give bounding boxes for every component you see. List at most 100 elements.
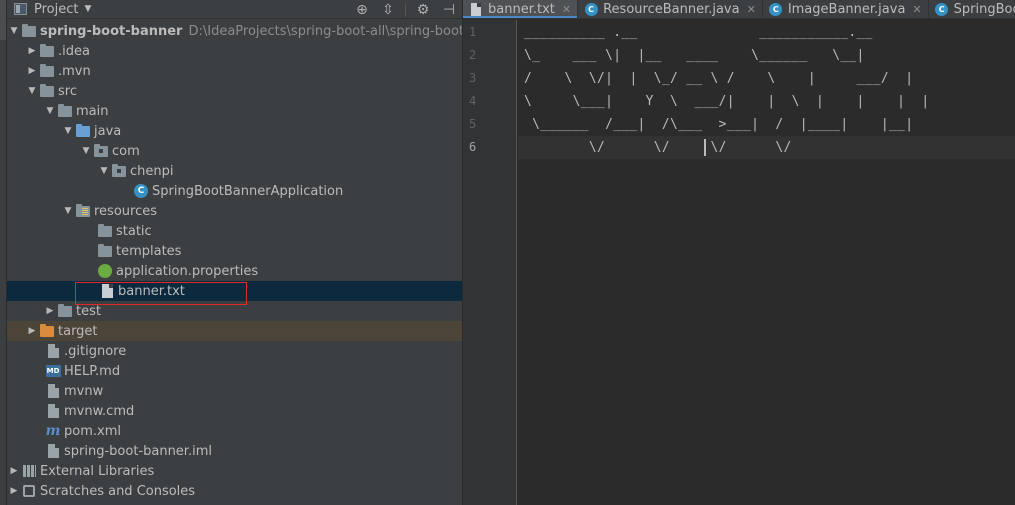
tree-item-chenpi[interactable]: ▼ chenpi bbox=[7, 161, 462, 181]
folder-icon bbox=[57, 303, 73, 319]
markdown-file-icon: MD bbox=[45, 365, 61, 377]
tree-item-external-libraries[interactable]: ▶ External Libraries bbox=[7, 461, 462, 481]
line-number: 3 bbox=[469, 71, 477, 85]
excluded-folder-icon bbox=[39, 323, 55, 339]
expand-arrow-icon[interactable]: ▼ bbox=[43, 101, 57, 121]
tree-item-com[interactable]: ▼ com bbox=[7, 141, 462, 161]
project-icon bbox=[14, 3, 27, 15]
line-number-gutter: 1 2 3 4 5 6 bbox=[463, 20, 517, 505]
collapsed-arrow-icon[interactable]: ▶ bbox=[43, 301, 57, 321]
tree-item-templates[interactable]: templates bbox=[7, 241, 462, 261]
package-icon bbox=[93, 143, 109, 159]
scratch-icon bbox=[21, 483, 37, 499]
maven-icon: m bbox=[45, 423, 61, 439]
expand-arrow-icon[interactable]: ▼ bbox=[25, 81, 39, 101]
hide-icon[interactable]: ⊣ bbox=[436, 0, 462, 19]
tab-banner-txt[interactable]: banner.txt ✕ bbox=[463, 0, 579, 18]
tree-item-mvnw[interactable]: mvnw bbox=[7, 381, 462, 401]
code-area[interactable]: __________ .__ ___________.__ \_ ___ \| … bbox=[518, 20, 1015, 505]
tree-item-java[interactable]: ▼ java bbox=[7, 121, 462, 141]
text-cursor bbox=[704, 139, 706, 156]
folder-icon bbox=[39, 43, 55, 59]
collapsed-arrow-icon[interactable]: ▶ bbox=[25, 61, 39, 81]
module-folder-icon bbox=[21, 23, 37, 39]
collapsed-arrow-icon[interactable]: ▶ bbox=[7, 461, 21, 481]
project-path: D:\IdeaProjects\spring-boot-all\spring-b… bbox=[188, 23, 462, 39]
tree-item-pom-xml[interactable]: m pom.xml bbox=[7, 421, 462, 441]
text-file-icon bbox=[469, 3, 483, 17]
chevron-down-icon[interactable]: ▼ bbox=[84, 4, 91, 14]
code-line[interactable]: \ \___| Y \ ___/| | \ | | | | bbox=[524, 90, 930, 113]
source-folder-icon bbox=[75, 123, 91, 139]
tree-item-test[interactable]: ▶ test bbox=[7, 301, 462, 321]
tree-item-gitignore[interactable]: .gitignore bbox=[7, 341, 462, 361]
iml-file-icon bbox=[45, 443, 61, 459]
spring-class-icon: C bbox=[133, 183, 149, 199]
file-icon bbox=[45, 403, 61, 419]
expand-arrow-icon[interactable]: ▼ bbox=[97, 161, 111, 181]
panel-toolbar: ⊕ ⇳ ⚙ ⊣ bbox=[349, 0, 462, 19]
project-panel-header: Project ▼ ⊕ ⇳ ⚙ ⊣ bbox=[7, 0, 462, 19]
package-icon bbox=[111, 163, 127, 179]
class-icon: C bbox=[769, 3, 783, 17]
folder-icon bbox=[39, 63, 55, 79]
tree-item-static[interactable]: static bbox=[7, 221, 462, 241]
expand-arrow-icon[interactable]: ▼ bbox=[79, 141, 93, 161]
crosshair-icon[interactable]: ⊕ bbox=[349, 0, 375, 19]
tab-imagebanner-java[interactable]: C ImageBanner.java ✕ bbox=[763, 0, 929, 18]
code-line[interactable]: __________ .__ ___________.__ bbox=[524, 21, 873, 44]
code-line[interactable]: \______ /___| /\___ >___| / |____| |__| bbox=[524, 113, 913, 136]
spring-class-icon: C bbox=[935, 3, 949, 17]
tree-item-target[interactable]: ▶ target bbox=[7, 321, 462, 341]
folder-icon bbox=[97, 243, 113, 259]
code-line[interactable]: \/ \/ \/ \/ bbox=[524, 136, 792, 159]
file-icon bbox=[45, 383, 61, 399]
tab-springbootbannerapplication[interactable]: C SpringBootBann bbox=[929, 0, 1015, 18]
project-panel-title[interactable]: Project bbox=[34, 2, 78, 17]
folder-icon bbox=[57, 103, 73, 119]
tree-item-help-md[interactable]: MD HELP.md bbox=[7, 361, 462, 381]
tree-item-application-properties[interactable]: application.properties bbox=[7, 261, 462, 281]
folder-icon bbox=[39, 83, 55, 99]
gear-icon[interactable]: ⚙ bbox=[410, 0, 436, 19]
collapsed-arrow-icon[interactable]: ▶ bbox=[25, 41, 39, 61]
tree-item-spring-boot-banner[interactable]: ▼ spring-boot-banner D:\IdeaProjects\spr… bbox=[7, 21, 462, 41]
code-line[interactable]: / \ \/| | \_/ __ \ / \ | ___/ | bbox=[524, 67, 913, 90]
tool-window-strip bbox=[0, 0, 7, 505]
editor: banner.txt ✕ C ResourceBanner.java ✕ C I… bbox=[463, 0, 1015, 505]
line-number: 2 bbox=[469, 48, 477, 62]
tree-item-scratches[interactable]: ▶ Scratches and Consoles bbox=[7, 481, 462, 501]
text-file-icon bbox=[99, 283, 115, 299]
collapse-icon[interactable]: ⇳ bbox=[375, 0, 401, 19]
tree-item-main[interactable]: ▼ main bbox=[7, 101, 462, 121]
expand-arrow-icon[interactable]: ▼ bbox=[7, 21, 21, 41]
tree-item-iml[interactable]: spring-boot-banner.iml bbox=[7, 441, 462, 461]
close-icon[interactable]: ✕ bbox=[912, 3, 921, 16]
tree-item-springbootbannerapplication[interactable]: C SpringBootBannerApplication bbox=[7, 181, 462, 201]
tree-item-banner-txt[interactable]: banner.txt bbox=[7, 281, 462, 301]
folder-icon bbox=[97, 223, 113, 239]
close-icon[interactable]: ✕ bbox=[747, 3, 756, 16]
tree-item-mvn[interactable]: ▶ .mvn bbox=[7, 61, 462, 81]
collapsed-arrow-icon[interactable]: ▶ bbox=[25, 321, 39, 341]
close-icon[interactable]: ✕ bbox=[562, 3, 571, 16]
line-number: 1 bbox=[469, 25, 477, 39]
tree-item-idea[interactable]: ▶ .idea bbox=[7, 41, 462, 61]
collapsed-arrow-icon[interactable]: ▶ bbox=[7, 481, 21, 501]
resources-folder-icon bbox=[75, 203, 91, 219]
expand-arrow-icon[interactable]: ▼ bbox=[61, 201, 75, 221]
tree-item-resources[interactable]: ▼ resources bbox=[7, 201, 462, 221]
project-tool-button[interactable] bbox=[0, 0, 6, 40]
line-number: 6 bbox=[469, 140, 477, 154]
tab-resourcebanner-java[interactable]: C ResourceBanner.java ✕ bbox=[578, 0, 763, 18]
tree-item-src[interactable]: ▼ src bbox=[7, 81, 462, 101]
expand-arrow-icon[interactable]: ▼ bbox=[61, 121, 75, 141]
file-icon bbox=[45, 343, 61, 359]
code-line[interactable]: \_ ___ \| |__ ____ \______ \__| bbox=[524, 44, 865, 67]
line-number: 5 bbox=[469, 117, 477, 131]
editor-tab-bar: banner.txt ✕ C ResourceBanner.java ✕ C I… bbox=[463, 0, 1015, 19]
library-icon bbox=[21, 463, 37, 479]
project-panel: Project ▼ ⊕ ⇳ ⚙ ⊣ ▼ spring-boot-banner D… bbox=[7, 0, 462, 505]
tree-item-mvnw-cmd[interactable]: mvnw.cmd bbox=[7, 401, 462, 421]
class-icon: C bbox=[584, 3, 598, 17]
